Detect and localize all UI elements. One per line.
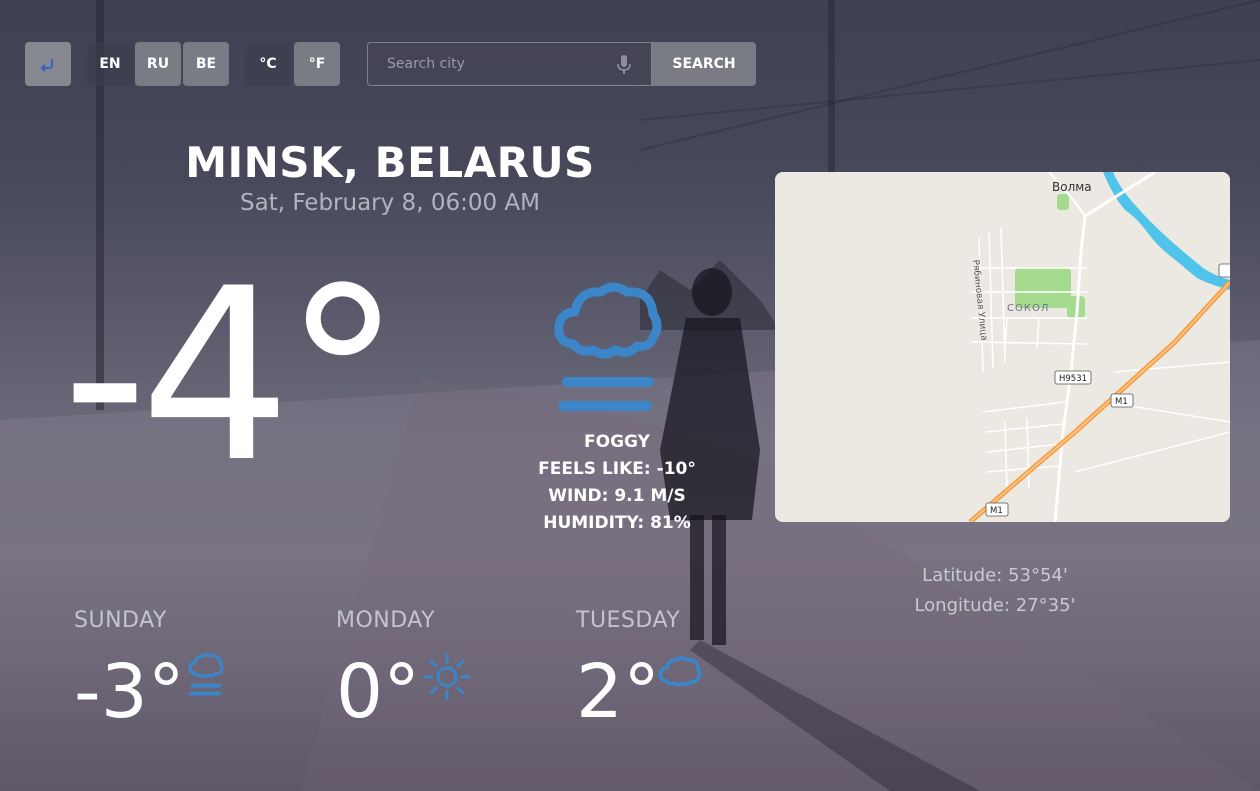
feels-like: FEELS LIKE: -10° xyxy=(538,459,696,479)
latitude: Latitude: 53°54' xyxy=(922,565,1068,586)
forecast-day-2-temp: 0° xyxy=(336,649,421,735)
humidity: HUMIDITY: 81% xyxy=(543,513,691,533)
forecast-day-2-name: MONDAY xyxy=(336,608,436,633)
map-label-district: СОКОЛ xyxy=(1007,303,1049,314)
wind-speed: WIND: 9.1 M/S xyxy=(548,486,686,506)
forecast-day-3-temp: 2° xyxy=(576,649,661,735)
forecast-day-1-temp: -3° xyxy=(74,649,185,735)
celsius-button[interactable]: °C xyxy=(245,42,291,86)
weather-condition: FOGGY xyxy=(584,432,650,452)
search-input[interactable] xyxy=(368,43,608,85)
cloud-icon xyxy=(658,656,702,687)
search-button[interactable]: SEARCH xyxy=(652,42,756,86)
language-ru-button[interactable]: RU xyxy=(135,42,181,86)
map-label-village: Волма xyxy=(1052,180,1092,194)
map-label-road-m1: M1 xyxy=(1115,397,1128,407)
language-en-button[interactable]: EN xyxy=(87,42,133,86)
refresh-icon xyxy=(40,59,53,72)
city-title: MINSK, BELARUS xyxy=(185,138,595,187)
fog-icon xyxy=(554,282,662,411)
longitude: Longitude: 27°35' xyxy=(914,595,1076,616)
search-box xyxy=(367,42,652,86)
map-label-road-m1-south: M1 xyxy=(990,506,1003,516)
microphone-icon[interactable] xyxy=(617,55,631,75)
map[interactable]: Волма СОКОЛ Рябиновая Улица H9531 M1 M1 xyxy=(775,172,1230,522)
current-temperature: -4° xyxy=(62,238,402,515)
fog-icon xyxy=(188,652,224,696)
date-time: Sat, February 8, 06:00 AM xyxy=(240,190,540,216)
forecast-day-3-name: TUESDAY xyxy=(576,608,681,633)
fahrenheit-button[interactable]: °F xyxy=(294,42,340,86)
map-label-road-h: H9531 xyxy=(1059,374,1087,384)
sun-icon xyxy=(423,653,471,701)
language-be-button[interactable]: BE xyxy=(183,42,229,86)
refresh-button[interactable] xyxy=(25,42,71,86)
map-canvas: Волма СОКОЛ Рябиновая Улица H9531 M1 M1 xyxy=(775,172,1230,522)
forecast-day-1-name: SUNDAY xyxy=(74,608,167,633)
